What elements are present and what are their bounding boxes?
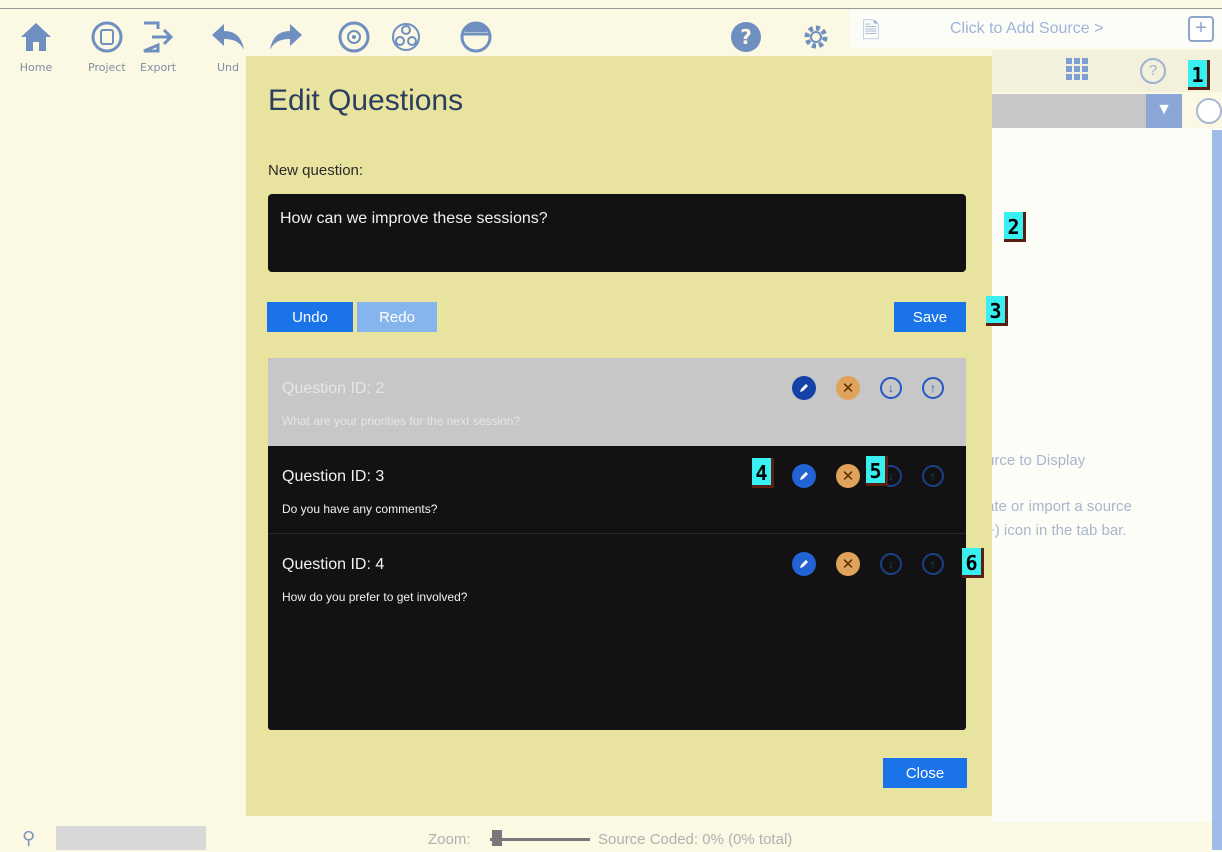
bowl-tool-button[interactable] <box>458 19 494 55</box>
scrollbar[interactable] <box>1212 130 1222 850</box>
network-icon <box>388 19 424 55</box>
coded-status: Source Coded: 0% (0% total) <box>598 831 793 848</box>
undo-tool-button[interactable]: Und <box>210 19 246 74</box>
home-label: Home <box>19 61 53 74</box>
source-panel <box>992 128 1222 852</box>
save-button[interactable]: Save <box>894 302 966 332</box>
edit-icon[interactable] <box>792 376 816 400</box>
marker-1: 1 <box>1188 60 1210 90</box>
question-id: Question ID: 3 <box>282 468 385 485</box>
undo-tool-label: Und <box>216 61 239 74</box>
empty-state-line2: +) icon in the tab bar. <box>986 522 1127 539</box>
move-down-icon[interactable]: ↓ <box>880 553 902 575</box>
dialog-title: Edit Questions <box>268 84 464 117</box>
view-tool-button[interactable] <box>336 19 372 55</box>
empty-state-title: urce to Display <box>986 452 1086 469</box>
delete-icon[interactable]: ✕ <box>836 376 860 400</box>
scroll-down-icon[interactable] <box>1196 98 1222 124</box>
redo-tool-button[interactable] <box>268 19 304 55</box>
document-icon: 🗎 <box>862 18 880 43</box>
question-row[interactable]: Question ID: 3 Do you have any comments?… <box>268 446 966 534</box>
delete-icon[interactable]: ✕ <box>836 464 860 488</box>
undo-button[interactable]: Undo <box>267 302 353 332</box>
svg-text:?: ? <box>740 25 752 49</box>
help-icon: ? <box>728 19 764 55</box>
zoom-slider-track[interactable] <box>490 838 590 841</box>
home-button[interactable]: Home <box>18 19 54 74</box>
new-question-input[interactable]: How can we improve these sessions? <box>268 194 966 272</box>
move-down-icon[interactable]: ↓ <box>880 377 902 399</box>
empty-state-line1: ate or import a source <box>986 498 1132 515</box>
question-list: Question ID: 2 What are your priorities … <box>268 358 966 730</box>
question-text: How do you prefer to get involved? <box>282 590 468 604</box>
question-id: Question ID: 4 <box>282 556 385 573</box>
question-text: What are your priorities for the next se… <box>282 414 521 428</box>
chevron-down-icon[interactable]: ▼ <box>1146 94 1182 128</box>
zoom-label: Zoom: <box>428 831 471 848</box>
move-up-icon[interactable]: ↑ <box>922 553 944 575</box>
settings-icon <box>798 19 834 55</box>
search-input[interactable] <box>56 826 206 850</box>
marker-4: 4 <box>752 458 774 488</box>
redo-icon <box>268 19 304 55</box>
edit-icon[interactable] <box>792 464 816 488</box>
move-up-icon[interactable]: ↑ <box>922 465 944 487</box>
settings-tool-button[interactable] <box>798 19 834 55</box>
new-question-label: New question: <box>268 162 364 179</box>
edit-icon[interactable] <box>792 552 816 576</box>
close-button[interactable]: Close <box>883 758 967 788</box>
export-button[interactable]: Export <box>140 19 176 74</box>
help-circle-icon[interactable]: ? <box>1140 58 1166 84</box>
question-row[interactable]: Question ID: 2 What are your priorities … <box>268 358 966 446</box>
marker-6: 6 <box>962 548 984 578</box>
marker-2: 2 <box>1004 212 1026 242</box>
redo-button[interactable]: Redo <box>357 302 437 332</box>
add-tab-button[interactable]: + <box>1188 16 1214 42</box>
grid-icon[interactable] <box>1066 58 1088 80</box>
search-icon[interactable]: ⚲ <box>22 828 35 849</box>
marker-3: 3 <box>986 296 1008 326</box>
move-up-icon[interactable]: ↑ <box>922 377 944 399</box>
zoom-slider-handle[interactable] <box>492 830 502 846</box>
delete-icon[interactable]: ✕ <box>836 552 860 576</box>
export-icon <box>140 19 176 55</box>
network-tool-button[interactable] <box>388 19 424 55</box>
bowl-icon <box>458 19 494 55</box>
question-id: Question ID: 2 <box>282 380 385 397</box>
view-icon <box>336 19 372 55</box>
project-label: Project <box>88 61 126 74</box>
edit-questions-dialog: Edit Questions New question: How can we … <box>246 56 992 816</box>
project-button[interactable]: Project <box>88 19 126 74</box>
add-source-link[interactable]: Click to Add Source > <box>950 20 1103 38</box>
help-tool-button[interactable]: ? <box>728 19 764 55</box>
question-row[interactable]: Question ID: 4 How do you prefer to get … <box>268 534 966 622</box>
marker-5: 5 <box>866 456 888 486</box>
project-icon <box>89 19 125 55</box>
home-icon <box>18 19 54 55</box>
question-text: Do you have any comments? <box>282 502 438 516</box>
export-label: Export <box>140 61 177 74</box>
undo-icon <box>210 19 246 55</box>
